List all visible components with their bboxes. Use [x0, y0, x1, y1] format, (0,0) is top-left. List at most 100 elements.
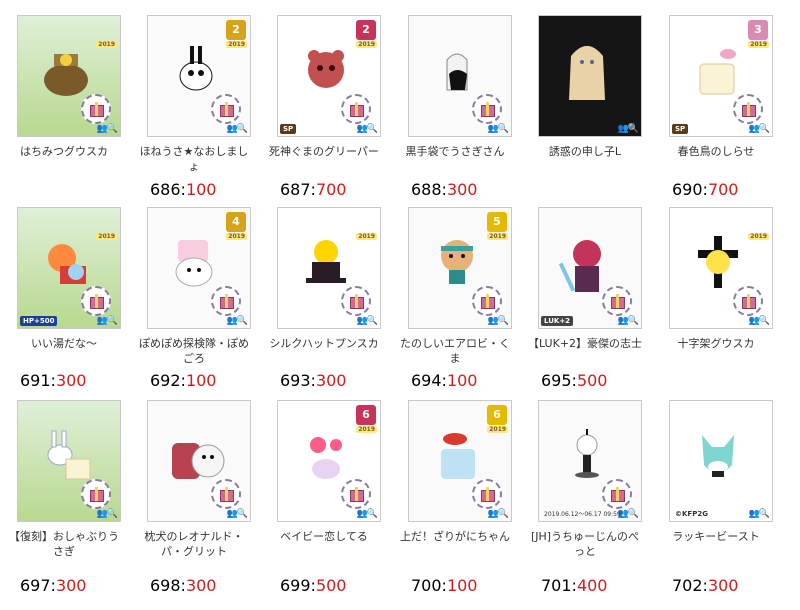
- item-name[interactable]: 死神ぐまのグリーパー: [265, 144, 383, 159]
- zoom-icon[interactable]: 👥🔍: [749, 509, 770, 519]
- zoom-icon[interactable]: 👥🔍: [357, 509, 378, 519]
- gift-box-icon: [602, 479, 632, 509]
- year-label: 2019: [748, 233, 769, 240]
- year-label: 2019: [487, 233, 508, 240]
- zoom-icon[interactable]: 👥🔍: [488, 509, 509, 519]
- item-name[interactable]: はちみつグウスカ: [5, 144, 123, 159]
- zoom-icon[interactable]: 👥🔍: [97, 316, 118, 326]
- price-number: 686: [150, 180, 181, 199]
- year-label: 2019: [356, 41, 377, 48]
- zoom-icon[interactable]: 👥🔍: [488, 316, 509, 326]
- item-thumbnail[interactable]: 6 2019 👥🔍: [408, 400, 512, 522]
- baby-love-icon: [296, 425, 356, 489]
- copyright-label: ©KFP2G: [675, 510, 708, 518]
- item-name[interactable]: 春色鳥のしらせ: [657, 144, 775, 159]
- price-value: 300: [185, 576, 217, 595]
- zoom-icon[interactable]: 👥🔍: [97, 124, 118, 134]
- item-name[interactable]: ベイビー恋してる: [265, 529, 383, 544]
- year-label: 2019: [96, 41, 117, 48]
- price-label: 686:100: [150, 180, 216, 199]
- item-name[interactable]: シルクハットプンスカ: [265, 336, 383, 351]
- item-thumbnail[interactable]: 5 2019 👥🔍: [408, 207, 512, 329]
- item-name[interactable]: 上だ！ざりがにちゃん: [396, 529, 514, 544]
- item-thumbnail[interactable]: 4 2019 👥🔍: [147, 207, 251, 329]
- zoom-icon[interactable]: 👥🔍: [97, 509, 118, 519]
- price-number: 698: [150, 576, 181, 595]
- price-label: 690:700: [672, 180, 738, 199]
- item-name[interactable]: 枕犬のレオナルド・パ・グリット: [135, 529, 253, 559]
- item-thumbnail[interactable]: 👥🔍: [17, 400, 121, 522]
- item-thumbnail[interactable]: 👥🔍 LUK+2: [538, 207, 642, 329]
- item-thumbnail[interactable]: 6 2019 👥🔍: [277, 400, 381, 522]
- hp-tag: HP+500: [20, 316, 58, 326]
- item-thumbnail[interactable]: 3 2019 👥🔍 SP: [669, 15, 773, 137]
- price-label: 688:300: [411, 180, 477, 199]
- item-thumbnail[interactable]: 2 2019 👥🔍: [147, 15, 251, 137]
- item-name[interactable]: ぽめぽめ探検隊・ぽめごろ: [135, 336, 253, 366]
- gift-box-icon: [472, 286, 502, 316]
- zoom-icon[interactable]: 👥🔍: [357, 316, 378, 326]
- gift-box-icon: [341, 94, 371, 124]
- zoom-icon[interactable]: 👥🔍: [488, 124, 509, 134]
- year-label: 2019: [96, 233, 117, 240]
- price-value: 100: [185, 371, 217, 390]
- zoom-icon[interactable]: 👥🔍: [227, 124, 248, 134]
- price-number: 694: [411, 371, 442, 390]
- zoom-icon[interactable]: 👥🔍: [749, 124, 770, 134]
- rank-badge-icon: 5: [487, 212, 507, 232]
- gift-box-icon: [341, 479, 371, 509]
- rank-badge-icon: 4: [226, 212, 246, 232]
- price-label: 701:400: [541, 576, 607, 595]
- year-label: 2019: [487, 426, 508, 433]
- item-name[interactable]: ラッキービースト: [657, 529, 775, 544]
- gift-box-icon: [81, 94, 111, 124]
- zoom-icon[interactable]: 👥🔍: [227, 509, 248, 519]
- price-number: 695: [541, 371, 572, 390]
- price-value: 400: [576, 576, 608, 595]
- item-thumbnail[interactable]: 👥🔍: [147, 400, 251, 522]
- item-thumbnail[interactable]: 👥🔍 2019.06.12～06.17 09:59: [538, 400, 642, 522]
- item-name[interactable]: [JH]うちゅーじんのぺっと: [526, 529, 644, 559]
- gift-box-icon: [81, 479, 111, 509]
- item-grid: 2019👥🔍はちみつグウスカ68622019👥🔍ほねうさ★なおしましょ686:1…: [0, 0, 800, 610]
- rank-badge-icon: 3: [748, 20, 768, 40]
- price-number: 702: [672, 576, 703, 595]
- item-name[interactable]: ほねうさ★なおしましょ: [135, 144, 253, 174]
- zoom-icon[interactable]: 👥🔍: [357, 124, 378, 134]
- zoom-icon[interactable]: 👥🔍: [749, 316, 770, 326]
- item-thumbnail[interactable]: 2019 👥🔍: [277, 207, 381, 329]
- zoom-icon[interactable]: 👥🔍: [618, 316, 639, 326]
- item-name[interactable]: 【復刻】おしゃぶりうさぎ: [5, 529, 123, 559]
- item-name[interactable]: 【LUK+2】豪傑の志士: [526, 336, 644, 351]
- item-thumbnail[interactable]: 2 2019 👥🔍 SP: [277, 15, 381, 137]
- item-thumbnail[interactable]: 2019 👥🔍: [669, 207, 773, 329]
- zoom-icon[interactable]: 👥🔍: [618, 124, 639, 134]
- item-name[interactable]: いい湯だな～: [5, 336, 123, 351]
- item-thumbnail[interactable]: 👥🔍: [408, 15, 512, 137]
- item-thumbnail[interactable]: 2019 👥🔍: [17, 15, 121, 137]
- reaper-bear-icon: [296, 40, 356, 104]
- price-value: 100: [185, 180, 217, 199]
- luk-tag: LUK+2: [541, 316, 574, 326]
- zoom-icon[interactable]: 👥🔍: [227, 316, 248, 326]
- item-thumbnail[interactable]: 👥🔍: [538, 15, 642, 137]
- rank-badge-icon: 6: [487, 405, 507, 425]
- lucky-beast-icon: [688, 425, 748, 489]
- item-name[interactable]: 黒手袋でうさぎさん: [396, 144, 514, 159]
- rank-badge-icon: 6: [356, 405, 376, 425]
- item-name[interactable]: 誘惑の申し子L: [526, 144, 644, 159]
- year-label: 2019: [226, 41, 247, 48]
- gift-box-icon: [733, 94, 763, 124]
- item-thumbnail[interactable]: 2019 👥🔍 HP+500: [17, 207, 121, 329]
- pillow-dog-icon: [166, 425, 226, 489]
- price-value: 500: [576, 371, 608, 390]
- bone-bunny-icon: [166, 40, 226, 104]
- item-name[interactable]: 十字架グウスカ: [657, 336, 775, 351]
- item-thumbnail[interactable]: 👥🔍 ©KFP2G: [669, 400, 773, 522]
- price-number: 693: [280, 371, 311, 390]
- cross-chick-icon: [688, 232, 748, 296]
- item-name[interactable]: たのしいエアロビ・くま: [396, 336, 514, 366]
- price-number: 697: [20, 576, 51, 595]
- price-value: 100: [446, 371, 478, 390]
- price-value: 700: [315, 180, 347, 199]
